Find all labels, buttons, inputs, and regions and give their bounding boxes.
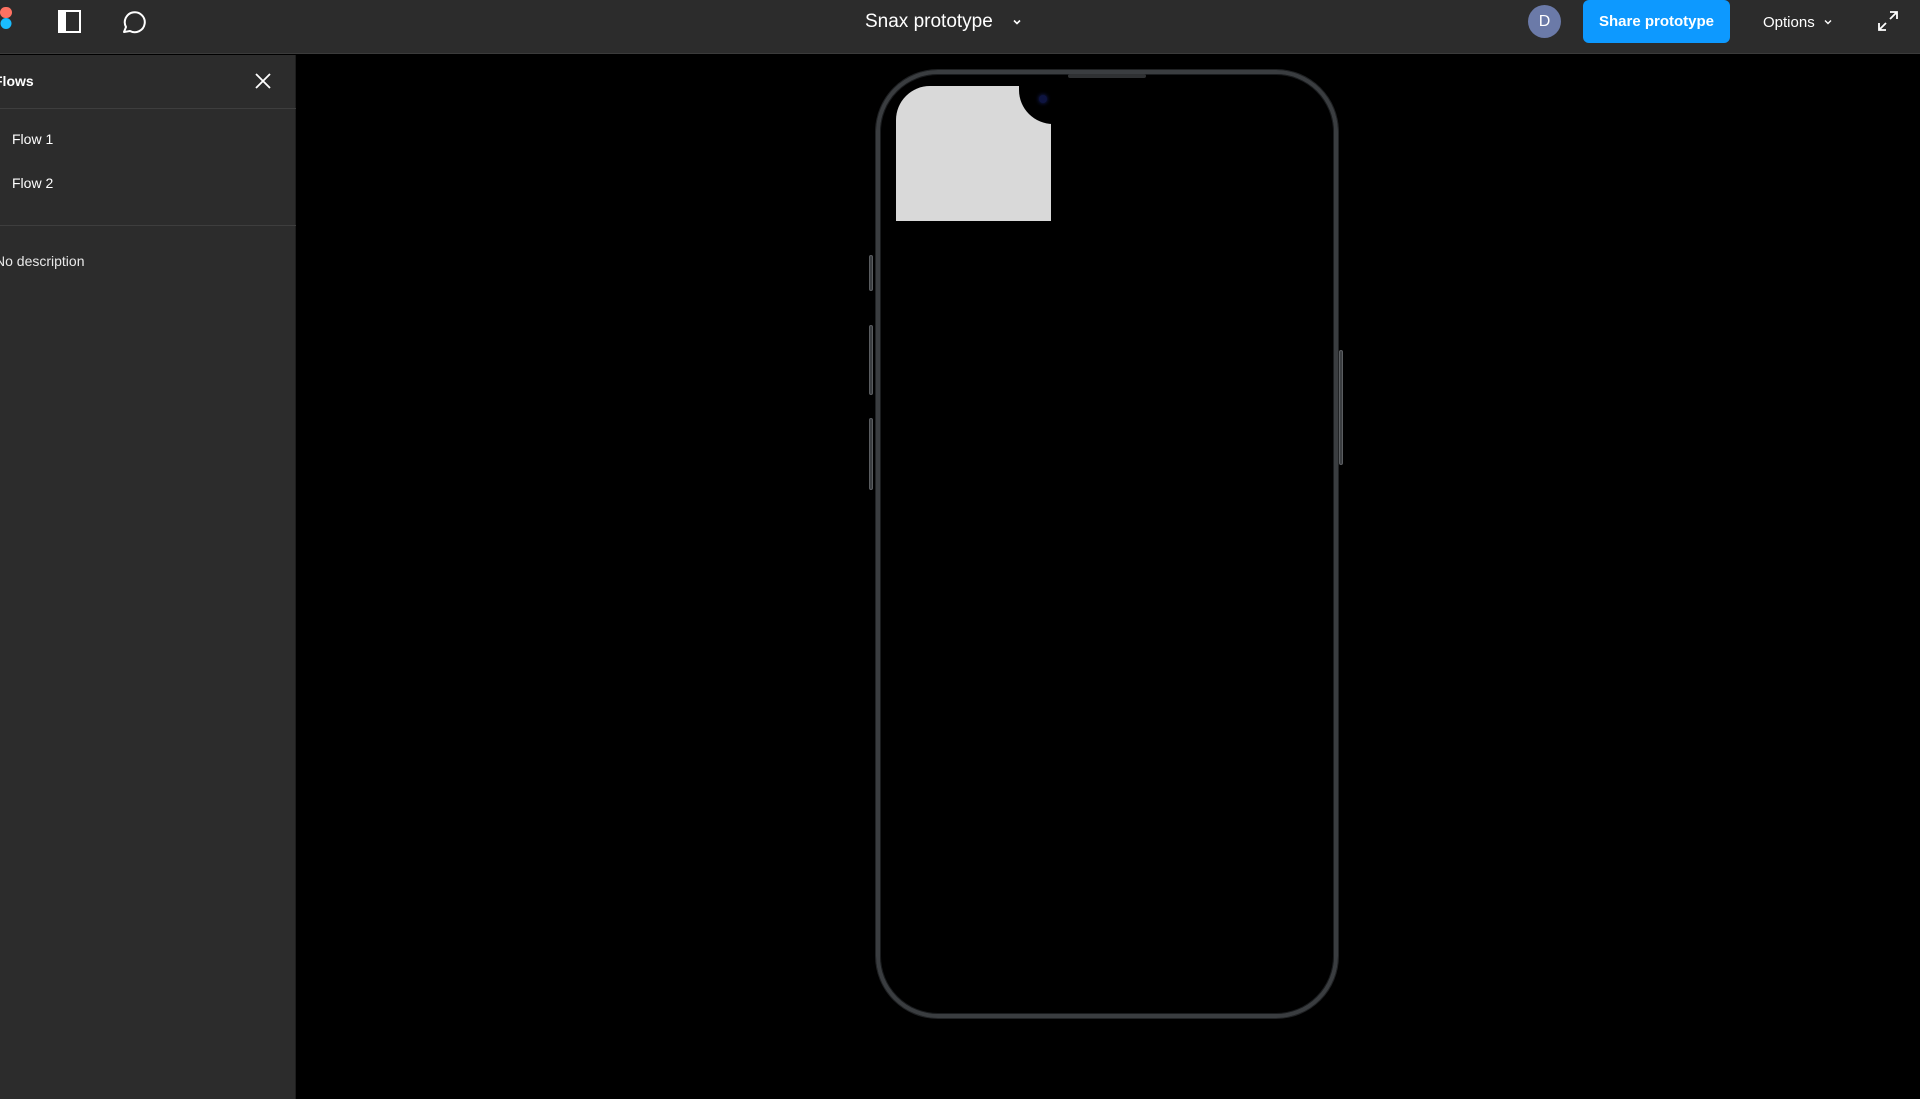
divider [0, 225, 296, 226]
prototype-title-dropdown[interactable]: Snax prototype [865, 0, 1023, 44]
flows-header: Flows [0, 55, 296, 109]
device-volume-down [869, 418, 873, 490]
expand-icon[interactable] [1876, 9, 1900, 33]
flow-item[interactable]: Flow 1 [12, 131, 53, 147]
panel-toggle-icon[interactable] [58, 10, 81, 33]
options-menu[interactable]: Options [1763, 0, 1833, 44]
comment-icon[interactable] [119, 9, 147, 37]
chevron-down-icon [1824, 20, 1832, 25]
avatar[interactable]: D [1528, 5, 1561, 38]
camera-icon [1039, 95, 1047, 103]
figma-logo-icon[interactable] [0, 7, 12, 41]
avatar-initial: D [1538, 12, 1551, 30]
flow-item[interactable]: Flow 2 [12, 175, 53, 191]
chevron-down-icon [1013, 19, 1021, 25]
flows-title: Flows [0, 73, 34, 89]
top-bar: Snax prototype D Share prototype Options [0, 0, 1920, 54]
share-prototype-button[interactable]: Share prototype [1583, 0, 1730, 43]
prototype-title: Snax prototype [865, 11, 993, 32]
device-speaker [1068, 74, 1146, 78]
device-mute-switch [869, 255, 873, 291]
flows-sidebar: Flows Flow 1 Flow 2 No description [0, 55, 296, 1099]
device-volume-up [869, 325, 873, 395]
flow-description: No description [0, 253, 85, 269]
device-power-button [1339, 350, 1343, 465]
close-icon[interactable] [254, 72, 272, 90]
options-label: Options [1763, 13, 1815, 31]
